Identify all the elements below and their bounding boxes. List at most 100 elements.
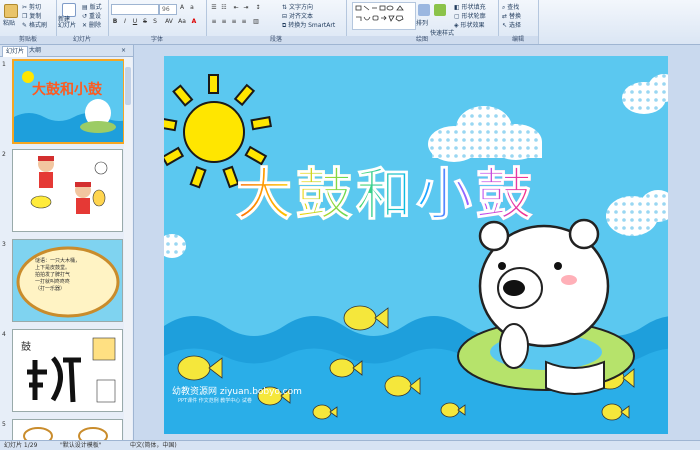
slide-artwork (164, 56, 668, 434)
slide-main[interactable]: 大鼓和小鼓 幼教资源网 ziyuan.bobyo.com PPT课件 作文范例 … (164, 56, 668, 434)
shape-fill-label: 形状填充 (461, 4, 486, 11)
arrange-button[interactable]: 排列 (416, 18, 428, 27)
align-right-icon[interactable]: ≡ (230, 18, 238, 26)
text-direction-label: 文字方向 (288, 4, 313, 11)
panel-tabs: 幻灯片 大纲 × (0, 45, 133, 57)
panel-scrollbar-thumb[interactable] (125, 67, 131, 105)
outline-icon: ▢ (454, 13, 460, 20)
slide-thumbnail-1[interactable]: 大鼓和小鼓 (12, 59, 125, 144)
justify-icon[interactable]: ≡ (240, 18, 248, 26)
shape-outline-button[interactable]: ▢ 形状轮廓 (454, 11, 486, 20)
slide-thumbnail-2[interactable] (12, 149, 123, 232)
underline-button[interactable]: U (131, 18, 139, 26)
watermark-sub: PPT课件 作文范例 教学中心 试卷 (178, 398, 252, 404)
new-slide-button[interactable]: 新建 幻灯片 (58, 17, 76, 29)
close-panel-icon[interactable]: × (118, 46, 129, 56)
align-text-label: 对齐文本 (288, 13, 313, 20)
numbering-icon[interactable]: ☷ (220, 4, 228, 12)
italic-button[interactable]: I (121, 18, 129, 26)
clipboard-group: 粘贴 ✂ 剪切 ❐ 复制 ✎ 格式刷 剪贴板 (0, 0, 57, 44)
brush-icon: ✎ (22, 22, 28, 29)
align-text-icon: ⊟ (282, 13, 288, 20)
strikethrough-button[interactable]: S (141, 18, 149, 26)
shapes-gallery[interactable] (352, 2, 416, 30)
font-name-box[interactable] (111, 4, 159, 15)
reset-icon: ↺ (82, 13, 88, 20)
thumb4-char: 鼓 (21, 342, 31, 353)
font-group-label: 字体 (108, 36, 206, 44)
cut-label: 剪切 (28, 4, 41, 11)
slides-group: 新建 幻灯片 ▤ 版式 ↺ 重设 ✕ 删除 幻灯片 (56, 0, 109, 44)
shape-fill-button[interactable]: ◧ 形状填充 (454, 2, 486, 11)
thumb-number: 2 (2, 151, 6, 158)
shadow-button[interactable]: S (151, 18, 159, 26)
font-size-box[interactable]: 96 (159, 4, 177, 15)
fill-icon: ◧ (454, 4, 460, 11)
slide-title[interactable]: 大鼓和小鼓 (236, 150, 536, 231)
slides-group-label: 幻灯片 (56, 36, 108, 44)
thumb-number: 5 (2, 421, 6, 428)
arrange-icon[interactable] (418, 4, 430, 16)
drawing-group-label: 绘图 (346, 36, 498, 44)
reset-button[interactable]: ↺ 重设 (82, 11, 101, 20)
delete-slide-button[interactable]: ✕ 删除 (82, 20, 101, 29)
text-direction-button[interactable]: ⇅ 文字方向 (282, 2, 313, 11)
layout-button[interactable]: ▤ 版式 (82, 2, 102, 11)
decrease-indent-icon[interactable]: ⇤ (232, 4, 240, 12)
shapes-gallery-icons (355, 5, 404, 22)
shrink-font-icon[interactable]: a (188, 4, 196, 12)
format-painter-label: 格式刷 (28, 22, 47, 29)
bold-button[interactable]: B (111, 18, 119, 26)
columns-icon[interactable]: ▥ (252, 18, 260, 26)
font-color-button[interactable]: A (190, 18, 198, 26)
align-left-icon[interactable]: ≡ (210, 18, 218, 26)
drawing-group: 排列 快速样式 ◧ 形状填充 ▢ 形状轮廓 ◈ 形状效果 绘图 (346, 0, 499, 44)
find-label: 查找 (507, 4, 520, 11)
thumb-number: 1 (2, 61, 6, 68)
slide-thumbnail-3[interactable]: 谜语：一只大木桶， 上下是皮鼓堂。 拍拍发了脾打气 一打就叫咚咚咚 （打一乐器） (12, 239, 123, 322)
thumb5-art (23, 427, 108, 440)
tab-slides[interactable]: 幻灯片 (2, 46, 29, 57)
increase-indent-icon[interactable]: ⇥ (242, 4, 250, 12)
shape-outline-label: 形状轮廓 (461, 13, 486, 20)
quick-styles-icon[interactable] (434, 4, 446, 16)
slide-thumbnail-5[interactable] (12, 419, 123, 441)
slides-panel: 幻灯片 大纲 × 1 大鼓和小鼓 2 3 谜语：一只大木桶， 上下是皮鼓堂。 拍… (0, 45, 134, 441)
panel-scrollbar[interactable] (124, 57, 132, 440)
new-slide-icon[interactable] (62, 3, 76, 17)
bullets-icon[interactable]: ☰ (210, 4, 218, 12)
char-spacing-button[interactable]: AV (163, 18, 175, 26)
align-center-icon[interactable]: ≡ (220, 18, 228, 26)
replace-icon: ⇄ (502, 13, 508, 20)
copy-button[interactable]: ❐ 复制 (22, 11, 41, 20)
shape-effects-button[interactable]: ◈ 形状效果 (454, 20, 485, 29)
line-spacing-icon[interactable]: ↕ (254, 4, 262, 12)
align-text-button[interactable]: ⊟ 对齐文本 (282, 11, 313, 20)
copy-icon: ❐ (22, 13, 28, 20)
reset-label: 重设 (88, 13, 101, 20)
editing-group: ⌕ 查找 ⇄ 替换 ↖ 选择 编辑 (498, 0, 539, 44)
scissors-icon: ✂ (22, 4, 28, 11)
thumb1-art (14, 71, 123, 142)
convert-smartart-button[interactable]: ⧉ 转换为 SmartArt (282, 20, 335, 30)
paste-button[interactable]: 粘贴 (3, 18, 15, 27)
binoculars-icon: ⌕ (502, 4, 506, 11)
layout-icon: ▤ (82, 4, 88, 11)
paragraph-group-label: 段落 (206, 36, 346, 44)
format-painter-button[interactable]: ✎ 格式刷 (22, 20, 47, 29)
tab-outline[interactable]: 大纲 (26, 46, 44, 56)
copy-label: 复制 (29, 13, 42, 20)
cut-button[interactable]: ✂ 剪切 (22, 2, 41, 11)
delete-label: 删除 (88, 22, 101, 29)
paragraph-group: ☰ ☷ ⇤ ⇥ ↕ ≡ ≡ ≡ ≡ ▥ ⇅ 文字方向 ⊟ 对齐文本 ⧉ 转换为 … (206, 0, 347, 44)
thumb-number: 3 (2, 241, 6, 248)
watermark-main: 幼教资源网 ziyuan.bobyo.com (172, 387, 302, 397)
thumb-number: 4 (2, 331, 6, 338)
smartart-icon: ⧉ (282, 22, 287, 29)
change-case-button[interactable]: Aa (177, 18, 187, 26)
replace-button[interactable]: ⇄ 替换 (502, 11, 521, 20)
slide-thumbnail-4[interactable]: 鼓 (12, 329, 123, 412)
select-button[interactable]: ↖ 选择 (502, 20, 521, 29)
paste-icon[interactable] (4, 4, 18, 18)
grow-font-icon[interactable]: A (178, 4, 186, 12)
